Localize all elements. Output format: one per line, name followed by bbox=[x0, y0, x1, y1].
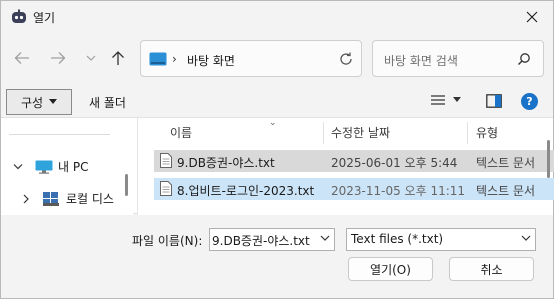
title-bar: 열기 bbox=[1, 1, 553, 33]
text-file-icon bbox=[160, 153, 172, 168]
filetype-value: Text files (*.txt) bbox=[351, 232, 444, 246]
nav-divider bbox=[9, 134, 110, 135]
search-box[interactable]: 바탕 화면 검색 bbox=[372, 40, 544, 77]
close-icon bbox=[526, 11, 538, 23]
arrow-right-icon bbox=[51, 52, 66, 64]
sort-indicator-icon: ⌄ bbox=[269, 118, 277, 128]
column-header-type[interactable]: 유형 bbox=[476, 124, 498, 141]
file-name: 8.업비트-로그인-2023.txt bbox=[177, 184, 315, 198]
new-folder-button[interactable]: 새 폴더 bbox=[89, 94, 126, 111]
breadcrumb-location[interactable]: 바탕 화면 bbox=[187, 52, 235, 69]
close-button[interactable] bbox=[517, 5, 547, 29]
filename-field[interactable]: 9.DB증권-야스.txt bbox=[209, 228, 335, 251]
cancel-button[interactable]: 취소 bbox=[449, 257, 534, 281]
column-divider[interactable] bbox=[323, 122, 324, 144]
open-file-dialog: 열기 › 바탕 화면 바탕 화면 검색 구성 새 폴더 ? 내 PC 로컬 디스… bbox=[0, 0, 554, 299]
nav-item-label: 로컬 디스 bbox=[66, 192, 114, 206]
list-view-icon bbox=[431, 95, 445, 105]
search-icon bbox=[517, 52, 531, 66]
window-title: 열기 bbox=[33, 11, 56, 25]
refresh-button[interactable] bbox=[337, 50, 355, 68]
chevron-right-icon bbox=[23, 194, 29, 203]
drive-icon bbox=[43, 191, 59, 206]
chevron-down-icon bbox=[521, 235, 531, 242]
preview-pane-button[interactable] bbox=[486, 94, 502, 108]
forward-button[interactable] bbox=[47, 47, 69, 69]
nav-item-local-disk[interactable]: 로컬 디스 bbox=[23, 190, 114, 207]
breadcrumb-separator: › bbox=[172, 52, 177, 66]
arrow-left-icon bbox=[14, 52, 29, 64]
file-list: ⌄ 이름 수정한 날짜 유형 9.DB증권-야스.txt 2025-06-01 … bbox=[137, 118, 554, 215]
nav-item-this-pc[interactable]: 내 PC bbox=[13, 158, 88, 175]
navigation-pane: 내 PC 로컬 디스 bbox=[1, 118, 133, 215]
file-row[interactable]: 9.DB증권-야스.txt 2025-06-01 오후 5:44 텍스트 문서 bbox=[154, 150, 554, 172]
monitor-icon bbox=[35, 160, 53, 174]
filename-value[interactable]: 9.DB증권-야스.txt bbox=[212, 232, 310, 249]
desktop-icon bbox=[149, 52, 167, 66]
text-file-icon bbox=[160, 181, 172, 196]
search-input[interactable]: 바탕 화면 검색 bbox=[384, 52, 458, 69]
list-scrollbar[interactable] bbox=[547, 140, 550, 178]
view-options-button[interactable] bbox=[431, 94, 461, 106]
file-modified: 2023-11-05 오후 11:11 bbox=[331, 184, 466, 198]
back-button[interactable] bbox=[11, 47, 33, 69]
organize-button[interactable]: 구성 bbox=[6, 89, 72, 115]
chevron-down-icon bbox=[86, 55, 96, 61]
column-header-modified[interactable]: 수정한 날짜 bbox=[331, 124, 390, 141]
file-type: 텍스트 문서 bbox=[476, 184, 536, 198]
app-icon bbox=[11, 9, 27, 25]
file-row[interactable]: 8.업비트-로그인-2023.txt 2023-11-05 오후 11:11 텍… bbox=[154, 178, 554, 200]
chevron-down-icon bbox=[13, 163, 23, 169]
filetype-select[interactable]: Text files (*.txt) bbox=[346, 228, 536, 251]
caret-down-icon bbox=[49, 99, 58, 104]
nav-item-label: 내 PC bbox=[58, 160, 89, 174]
filename-label: 파일 이름(N): bbox=[132, 234, 203, 248]
caret-down-icon bbox=[453, 97, 461, 102]
column-header-name[interactable]: 이름 bbox=[170, 124, 192, 141]
refresh-icon bbox=[340, 52, 352, 65]
file-name: 9.DB증권-야스.txt bbox=[177, 156, 275, 170]
file-type: 텍스트 문서 bbox=[476, 156, 536, 170]
preview-pane-icon bbox=[486, 94, 502, 108]
open-button[interactable]: 열기(O) bbox=[348, 257, 433, 281]
chevron-down-icon[interactable] bbox=[320, 235, 330, 242]
arrow-up-icon bbox=[112, 51, 124, 65]
up-button[interactable] bbox=[107, 47, 129, 69]
browser-area: 내 PC 로컬 디스 ⌄ 이름 수정한 날짜 유형 9.DB증권-야스.txt … bbox=[1, 117, 554, 215]
nav-scrollbar[interactable] bbox=[125, 174, 128, 196]
file-modified: 2025-06-01 오후 5:44 bbox=[331, 156, 458, 170]
column-divider[interactable] bbox=[467, 122, 468, 144]
organize-label: 구성 bbox=[20, 95, 44, 110]
recent-locations-button[interactable] bbox=[80, 47, 102, 69]
address-bar[interactable]: › 바탕 화면 bbox=[140, 40, 362, 77]
help-button[interactable]: ? bbox=[521, 93, 538, 110]
